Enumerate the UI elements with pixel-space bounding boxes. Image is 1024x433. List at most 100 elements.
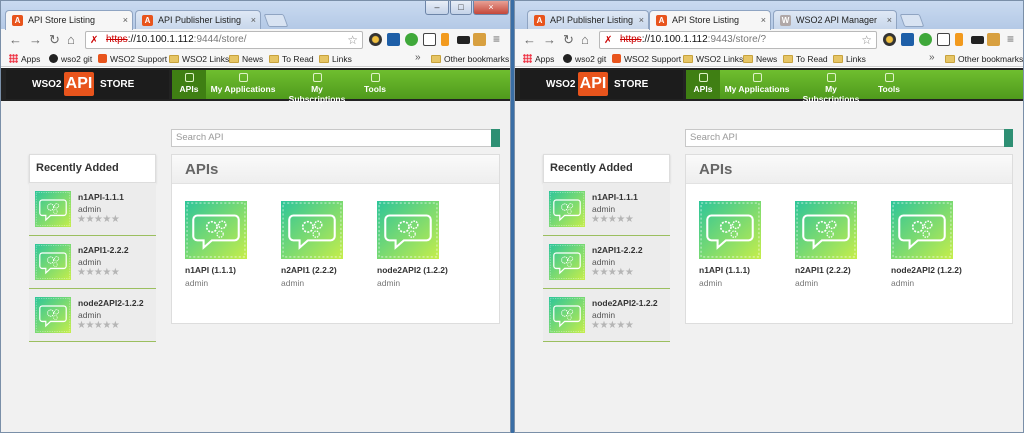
nav-my-applications[interactable]: My Applications (724, 70, 790, 99)
nav-apis[interactable]: APIs (172, 70, 206, 99)
extension-icon[interactable] (937, 33, 950, 46)
close-icon[interactable]: × (887, 11, 892, 29)
home-icon[interactable]: ⌂ (67, 33, 75, 46)
api-name-link[interactable]: n1API-1.1.1 (592, 192, 638, 202)
api-name-link[interactable]: n2API1 (2.2.2) (795, 265, 885, 275)
list-item[interactable]: n1API-1.1.1 admin ★★★★★ (29, 183, 156, 236)
extension-icon[interactable] (987, 33, 1000, 46)
extension-icon[interactable] (883, 33, 896, 46)
nav-tools[interactable]: Tools (874, 70, 904, 99)
tab-api-store-listing[interactable]: A API Store Listing × (5, 10, 133, 30)
bookmark-wso2-git[interactable]: wso2 git (563, 53, 606, 65)
new-tab-button[interactable] (899, 14, 925, 27)
reload-icon[interactable]: ↻ (563, 33, 574, 46)
api-name-link[interactable]: n2API1 (2.2.2) (281, 265, 371, 275)
arrow-left-icon[interactable]: ← (523, 33, 536, 46)
api-name-link[interactable]: n2API1-2.2.2 (78, 245, 129, 255)
nav-my-applications[interactable]: My Applications (210, 70, 276, 99)
bookmark-other-bookmarks[interactable]: Other bookmarks (431, 53, 509, 65)
extension-icon[interactable] (919, 33, 932, 46)
search-api-input[interactable]: Search API (685, 129, 1013, 147)
arrow-right-icon[interactable]: → (543, 33, 556, 46)
search-button[interactable] (1004, 129, 1013, 147)
extension-icon[interactable] (901, 33, 914, 46)
arrow-right-icon[interactable]: → (29, 33, 42, 46)
api-name-link[interactable]: n1API-1.1.1 (78, 192, 124, 202)
bookmark-other-bookmarks[interactable]: Other bookmarks (945, 53, 1023, 65)
api-gears-chat-icon[interactable] (699, 201, 761, 259)
extension-icon[interactable] (457, 36, 470, 44)
api-gears-chat-icon[interactable] (549, 244, 585, 280)
bookmarks-overflow-button[interactable]: » (929, 52, 935, 64)
menu-icon[interactable]: ≡ (1007, 33, 1014, 46)
extension-icon[interactable] (405, 33, 418, 46)
list-item[interactable]: node2API2-1.2.2 admin ★★★★★ (29, 289, 156, 342)
extension-icon[interactable] (971, 36, 984, 44)
api-card[interactable]: n1API (1.1.1) admin (699, 201, 789, 288)
nav-apis[interactable]: APIs (686, 70, 720, 99)
bookmark-wso2-links[interactable]: WSO2 Links (169, 53, 229, 65)
bookmark-links[interactable]: Links (319, 53, 352, 65)
search-button[interactable] (491, 129, 500, 147)
close-icon[interactable]: × (251, 11, 256, 29)
bookmark-news[interactable]: News (229, 53, 263, 65)
new-tab-button[interactable] (263, 14, 289, 27)
tab-wso2-api-manager[interactable]: W WSO2 API Manager × (773, 10, 897, 29)
api-card[interactable]: n1API (1.1.1) admin (185, 201, 275, 288)
close-icon[interactable]: × (639, 11, 644, 29)
api-name-link[interactable]: node2API2-1.2.2 (592, 298, 658, 308)
extension-icon[interactable] (423, 33, 436, 46)
extension-icon[interactable] (955, 33, 963, 46)
reload-icon[interactable]: ↻ (49, 33, 60, 46)
nav-my-subscriptions[interactable]: My Subscriptions (796, 70, 866, 104)
wso2-api-store-logo[interactable]: WSO2 API STORE (6, 70, 169, 99)
api-gears-chat-icon[interactable] (35, 297, 71, 333)
bookmarks-overflow-button[interactable]: » (415, 52, 421, 64)
close-icon[interactable]: × (761, 11, 766, 29)
nav-tools[interactable]: Tools (360, 70, 390, 99)
star-icon[interactable]: ☆ (861, 32, 872, 48)
menu-icon[interactable]: ≡ (493, 33, 500, 46)
address-bar[interactable]: ✗ https://10.100.1.112:9443/store/? ☆ (599, 31, 877, 49)
api-gears-chat-icon[interactable] (35, 191, 71, 227)
bookmark-links[interactable]: Links (833, 53, 866, 65)
minimize-button[interactable]: – (425, 1, 449, 15)
search-api-input[interactable]: Search API (171, 129, 499, 147)
extension-icon[interactable] (441, 33, 449, 46)
api-name-link[interactable]: node2API2-1.2.2 (78, 298, 144, 308)
wso2-api-store-logo[interactable]: WSO2 API STORE (520, 70, 683, 99)
star-rating[interactable]: ★★★★★ (591, 214, 634, 225)
api-name-link[interactable]: node2API2 (1.2.2) (377, 265, 467, 275)
bookmark-to-read[interactable]: To Read (783, 53, 828, 65)
api-gears-chat-icon[interactable] (377, 201, 439, 259)
api-gears-chat-icon[interactable] (549, 297, 585, 333)
star-rating[interactable]: ★★★★★ (77, 320, 120, 331)
star-rating[interactable]: ★★★★★ (77, 214, 120, 225)
star-rating[interactable]: ★★★★★ (591, 320, 634, 331)
api-name-link[interactable]: n1API (1.1.1) (699, 265, 789, 275)
api-card[interactable]: node2API2 (1.2.2) admin (377, 201, 467, 288)
tab-api-publisher-listing[interactable]: A API Publisher Listing × (135, 10, 261, 29)
api-card[interactable]: n2API1 (2.2.2) admin (795, 201, 885, 288)
maximize-button[interactable]: □ (450, 1, 472, 15)
api-name-link[interactable]: node2API2 (1.2.2) (891, 265, 981, 275)
star-rating[interactable]: ★★★★★ (77, 267, 120, 278)
api-gears-chat-icon[interactable] (891, 201, 953, 259)
address-bar[interactable]: ✗ https://10.100.1.112:9444/store/ ☆ (85, 31, 363, 49)
api-card[interactable]: n2API1 (2.2.2) admin (281, 201, 371, 288)
extension-icon[interactable] (387, 33, 400, 46)
tab-api-store-listing[interactable]: A API Store Listing × (649, 10, 771, 30)
api-name-link[interactable]: n2API1-2.2.2 (592, 245, 643, 255)
bookmark-wso2-git[interactable]: wso2 git (49, 53, 92, 65)
arrow-left-icon[interactable]: ← (9, 33, 22, 46)
api-gears-chat-icon[interactable] (35, 244, 71, 280)
extension-icon[interactable] (369, 33, 382, 46)
api-card[interactable]: node2API2 (1.2.2) admin (891, 201, 981, 288)
api-gears-chat-icon[interactable] (795, 201, 857, 259)
bookmark-apps[interactable]: Apps (523, 53, 554, 65)
extension-icon[interactable] (473, 33, 486, 46)
nav-my-subscriptions[interactable]: My Subscriptions (282, 70, 352, 104)
bookmark-to-read[interactable]: To Read (269, 53, 314, 65)
bookmark-wso2-links[interactable]: WSO2 Links (683, 53, 743, 65)
tab-api-publisher-listing[interactable]: A API Publisher Listing × (527, 10, 649, 29)
